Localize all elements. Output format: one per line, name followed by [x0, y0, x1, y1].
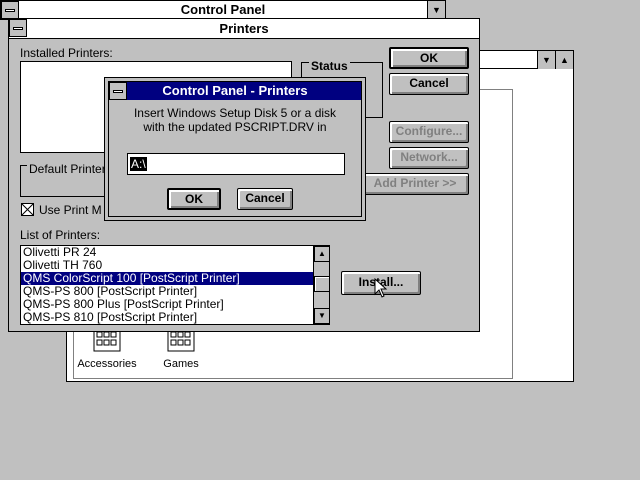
list-of-printers-label: List of Printers: [20, 228, 101, 242]
scroll-thumb[interactable] [314, 276, 329, 292]
printers-title: Printers [219, 21, 269, 36]
printers-ok-button[interactable]: OK [389, 47, 469, 69]
installed-printers-label: Installed Printers: [20, 46, 113, 60]
scroll-down-icon[interactable]: ▼ [314, 308, 329, 324]
accessories-label: Accessories [77, 358, 137, 370]
disk-path-value: A:\ [130, 157, 147, 171]
control-panel-window: Control Panel ▼ [0, 0, 446, 20]
games-label: Games [163, 358, 199, 370]
add-printer-button[interactable]: Add Printer >> [361, 173, 469, 195]
printers-titlebar: Printers [9, 19, 479, 39]
dialog-message-line2: with the updated PSCRIPT.DRV in [143, 120, 327, 134]
insert-disk-titlebar: Control Panel - Printers [109, 82, 361, 100]
dialog-ok-button[interactable]: OK [167, 188, 221, 210]
use-print-manager-label: Use Print M [39, 203, 102, 217]
configure-button[interactable]: Configure... [389, 121, 469, 143]
minimize-icon[interactable]: ▼ [537, 51, 555, 69]
insert-disk-dialog: Control Panel - Printers Insert Windows … [104, 77, 366, 221]
printers-list-scrollbar[interactable]: ▲ ▼ [313, 246, 329, 324]
status-label: Status [309, 59, 350, 73]
default-printer-label: Default Printer [27, 162, 108, 176]
scroll-up-icon[interactable]: ▲ [314, 246, 329, 262]
printers-list[interactable]: Olivetti PR 24 Olivetti TH 760 QMS ColorSc… [20, 245, 330, 325]
maximize-icon[interactable]: ▲ [555, 51, 573, 69]
dialog-message-line1: Insert Windows Setup Disk 5 or a disk [133, 106, 337, 120]
printers-system-menu-icon[interactable] [9, 19, 27, 37]
disk-path-input[interactable]: A:\ [127, 153, 345, 175]
control-panel-system-menu-icon[interactable] [1, 1, 19, 19]
control-panel-title: Control Panel [1, 1, 445, 19]
checkmark-icon [22, 204, 33, 215]
accessories-group[interactable]: Accessories [76, 328, 138, 372]
dialog-system-menu-icon[interactable] [109, 82, 127, 100]
dialog-cancel-button[interactable]: Cancel [237, 188, 293, 210]
list-item[interactable]: QMS-PS 810 [PostScript Printer] [21, 311, 313, 324]
printers-cancel-button[interactable]: Cancel [389, 73, 469, 95]
games-group[interactable]: Games [152, 328, 210, 372]
dialog-title: Control Panel - Printers [162, 83, 308, 98]
mouse-cursor-icon [374, 278, 388, 298]
use-print-manager-checkbox[interactable] [21, 203, 34, 216]
control-panel-minimize-icon[interactable]: ▼ [427, 1, 445, 19]
printer-rows: Olivetti PR 24 Olivetti TH 760 QMS ColorSc… [21, 246, 313, 324]
network-button[interactable]: Network... [389, 147, 469, 169]
